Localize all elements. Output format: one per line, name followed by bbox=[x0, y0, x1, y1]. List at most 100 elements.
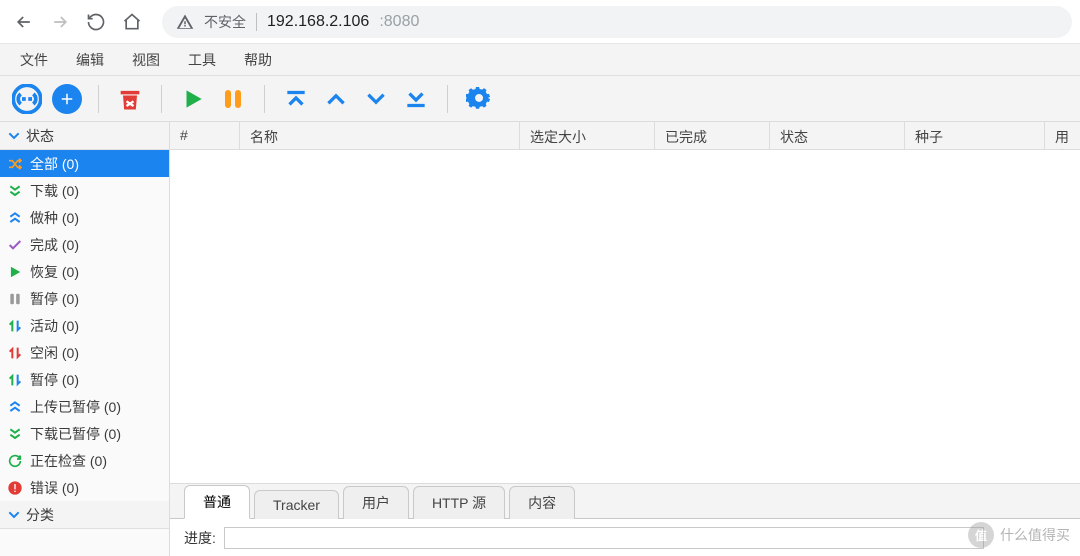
menu-help[interactable]: 帮助 bbox=[230, 44, 286, 76]
col-size[interactable]: 选定大小 bbox=[520, 122, 655, 149]
sidebar-categories-header[interactable]: 分类 bbox=[0, 501, 169, 529]
sidebar: 状态 全部 (0) 下载 (0) 做种 (0) 完成 (0) 恢复 (0) 暂停… bbox=[0, 122, 170, 556]
watermark: 值 什么值得买 bbox=[968, 522, 1070, 548]
filter-upload-paused[interactable]: 上传已暂停 (0) bbox=[0, 393, 169, 420]
main-area: 状态 全部 (0) 下载 (0) 做种 (0) 完成 (0) 恢复 (0) 暂停… bbox=[0, 122, 1080, 556]
add-link-button[interactable] bbox=[10, 82, 44, 116]
menu-file[interactable]: 文件 bbox=[6, 44, 62, 76]
filter-checking[interactable]: 正在检查 (0) bbox=[0, 447, 169, 474]
toolbar-separator bbox=[447, 85, 448, 113]
tab-general[interactable]: 普通 bbox=[184, 485, 250, 519]
tab-peers[interactable]: 用户 bbox=[343, 486, 409, 519]
filter-label: 错误 (0) bbox=[30, 478, 79, 498]
reload-button[interactable] bbox=[80, 6, 112, 38]
filter-label: 暂停 (0) bbox=[30, 289, 79, 309]
tab-http-source[interactable]: HTTP 源 bbox=[413, 486, 505, 519]
progress-row: 进度: bbox=[170, 518, 1080, 556]
address-separator bbox=[256, 13, 257, 31]
menu-tools[interactable]: 工具 bbox=[174, 44, 230, 76]
toolbar bbox=[0, 76, 1080, 122]
sidebar-header-label: 状态 bbox=[26, 126, 54, 146]
chevron-down-icon bbox=[363, 86, 389, 112]
filter-label: 正在检查 (0) bbox=[30, 451, 107, 471]
filter-active[interactable]: 活动 (0) bbox=[0, 312, 169, 339]
col-seeds[interactable]: 种子 bbox=[905, 122, 1045, 149]
filter-resumed[interactable]: 恢复 (0) bbox=[0, 258, 169, 285]
col-done[interactable]: 已完成 bbox=[655, 122, 770, 149]
tab-content[interactable]: 内容 bbox=[509, 486, 575, 519]
filter-label: 上传已暂停 (0) bbox=[30, 397, 121, 417]
arrow-right-icon bbox=[50, 12, 70, 32]
delete-button[interactable] bbox=[113, 82, 147, 116]
col-name[interactable]: 名称 bbox=[240, 122, 520, 149]
chevron-down-icon bbox=[6, 507, 22, 523]
filter-paused[interactable]: 暂停 (0) bbox=[0, 285, 169, 312]
filter-label: 做种 (0) bbox=[30, 208, 79, 228]
toolbar-separator bbox=[98, 85, 99, 113]
filter-label: 活动 (0) bbox=[30, 316, 79, 336]
toolbar-separator bbox=[161, 85, 162, 113]
trash-icon bbox=[116, 85, 144, 113]
sidebar-categories-label: 分类 bbox=[26, 505, 54, 525]
torrent-table-body[interactable] bbox=[170, 150, 1080, 483]
col-status[interactable]: 状态 bbox=[770, 122, 905, 149]
filter-seeding[interactable]: 做种 (0) bbox=[0, 204, 169, 231]
filter-stalled[interactable]: 空闲 (0) bbox=[0, 339, 169, 366]
address-bar[interactable]: 不安全 192.168.2.106:8080 bbox=[162, 6, 1072, 38]
forward-button[interactable] bbox=[44, 6, 76, 38]
pause-button[interactable] bbox=[216, 82, 250, 116]
filter-downloading[interactable]: 下载 (0) bbox=[0, 177, 169, 204]
upload-paused-icon bbox=[6, 398, 24, 416]
col-peers[interactable]: 用户 bbox=[1045, 122, 1080, 149]
play-icon bbox=[180, 86, 206, 112]
toolbar-separator bbox=[264, 85, 265, 113]
address-host: 192.168.2.106 bbox=[267, 13, 369, 31]
check-icon bbox=[6, 236, 24, 254]
filter-label: 完成 (0) bbox=[30, 235, 79, 255]
resume-button[interactable] bbox=[176, 82, 210, 116]
menu-view[interactable]: 视图 bbox=[118, 44, 174, 76]
chevron-up-icon bbox=[323, 86, 349, 112]
progress-field[interactable] bbox=[224, 527, 984, 549]
filter-all[interactable]: 全部 (0) bbox=[0, 150, 169, 177]
browser-chrome: 不安全 192.168.2.106:8080 bbox=[0, 0, 1080, 44]
move-up-button[interactable] bbox=[319, 82, 353, 116]
filter-errored[interactable]: 错误 (0) bbox=[0, 474, 169, 501]
move-bottom-button[interactable] bbox=[399, 82, 433, 116]
move-down-button[interactable] bbox=[359, 82, 393, 116]
col-index[interactable]: # bbox=[170, 122, 240, 149]
filter-label: 下载已暂停 (0) bbox=[30, 424, 121, 444]
link-icon bbox=[12, 84, 42, 114]
torrent-table-header: # 名称 选定大小 已完成 状态 种子 用户 bbox=[170, 122, 1080, 150]
upload-double-icon bbox=[6, 209, 24, 227]
plus-circle-icon bbox=[52, 84, 82, 114]
transfer-icon bbox=[6, 317, 24, 335]
home-icon bbox=[122, 12, 142, 32]
move-top-button[interactable] bbox=[279, 82, 313, 116]
filter-completed[interactable]: 完成 (0) bbox=[0, 231, 169, 258]
shuffle-icon bbox=[6, 155, 24, 173]
filter-download-paused[interactable]: 下载已暂停 (0) bbox=[0, 420, 169, 447]
home-button[interactable] bbox=[116, 6, 148, 38]
sidebar-status-header[interactable]: 状态 bbox=[0, 122, 169, 150]
gear-icon bbox=[466, 86, 492, 112]
back-button[interactable] bbox=[8, 6, 40, 38]
filter-paused2[interactable]: 暂停 (0) bbox=[0, 366, 169, 393]
address-port: :8080 bbox=[379, 13, 419, 31]
refresh-icon bbox=[6, 452, 24, 470]
insecure-warning-icon bbox=[176, 13, 194, 31]
pause-icon bbox=[6, 290, 24, 308]
progress-label: 进度: bbox=[184, 528, 216, 548]
menu-edit[interactable]: 编辑 bbox=[62, 44, 118, 76]
download-double-icon bbox=[6, 182, 24, 200]
settings-button[interactable] bbox=[462, 82, 496, 116]
chevron-top-icon bbox=[283, 86, 309, 112]
tab-tracker[interactable]: Tracker bbox=[254, 490, 339, 519]
add-torrent-button[interactable] bbox=[50, 82, 84, 116]
filter-label: 下载 (0) bbox=[30, 181, 79, 201]
reload-icon bbox=[86, 12, 106, 32]
play-icon bbox=[6, 263, 24, 281]
error-icon bbox=[6, 479, 24, 497]
watermark-badge: 值 bbox=[968, 522, 994, 548]
filter-label: 全部 (0) bbox=[30, 154, 79, 174]
